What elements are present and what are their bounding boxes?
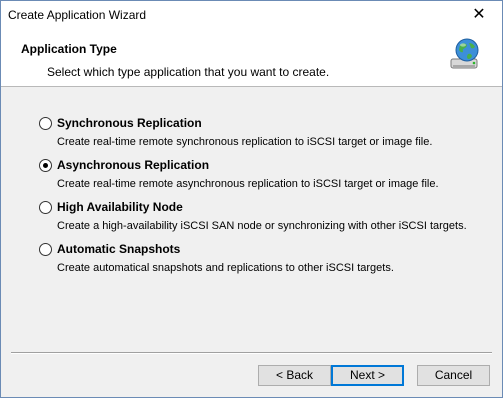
wizard-window: Create Application Wizard ✕ Application …: [0, 0, 503, 398]
page-subtitle: Select which type application that you w…: [47, 65, 330, 79]
option-label[interactable]: Asynchronous Replication: [57, 158, 209, 172]
title-bar[interactable]: Create Application Wizard ✕: [1, 1, 502, 30]
footer-separator: [11, 352, 492, 354]
cancel-button[interactable]: Cancel: [417, 365, 490, 386]
window-title: Create Application Wizard: [8, 8, 147, 22]
next-button[interactable]: Next >: [331, 365, 404, 386]
page-title: Application Type: [21, 42, 117, 56]
radio-synchronous-replication[interactable]: [39, 117, 52, 130]
radio-high-availability-node[interactable]: [39, 201, 52, 214]
option-label[interactable]: Automatic Snapshots: [57, 242, 180, 256]
radio-selected-dot: [43, 163, 48, 168]
close-button[interactable]: ✕: [456, 1, 502, 30]
radio-automatic-snapshots[interactable]: [39, 243, 52, 256]
option-description: Create real-time remote asynchronous rep…: [57, 178, 439, 190]
options-panel: Synchronous Replication Create real-time…: [1, 87, 502, 345]
wizard-header: Application Type Select which type appli…: [1, 30, 502, 87]
back-button[interactable]: < Back: [258, 365, 331, 386]
option-description: Create automatical snapshots and replica…: [57, 262, 394, 274]
globe-drive-icon: [450, 38, 479, 69]
option-label[interactable]: Synchronous Replication: [57, 116, 202, 130]
option-description: Create a high-availability iSCSI SAN nod…: [57, 220, 467, 232]
option-label[interactable]: High Availability Node: [57, 200, 183, 214]
option-description: Create real-time remote synchronous repl…: [57, 136, 433, 148]
radio-asynchronous-replication[interactable]: [39, 159, 52, 172]
